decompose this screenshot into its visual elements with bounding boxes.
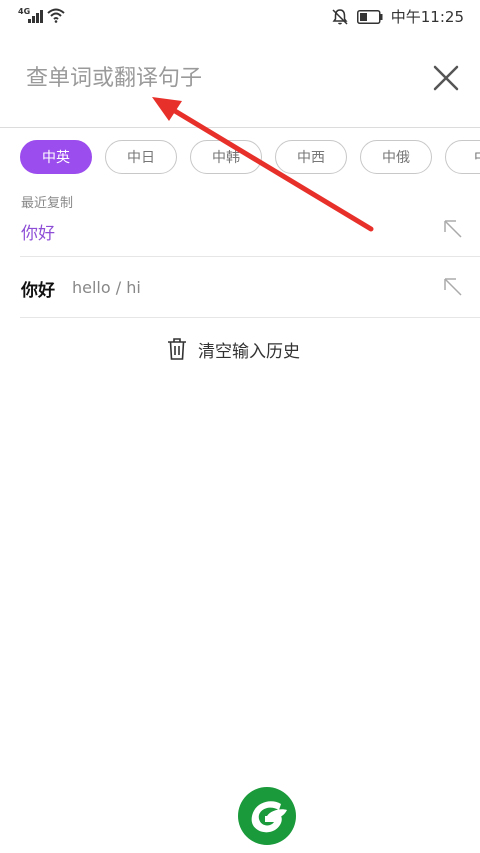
tab-zh-es[interactable]: 中西 (275, 140, 347, 174)
tab-zh-ru[interactable]: 中俄 (360, 140, 432, 174)
search-divider (0, 127, 480, 128)
recent-copy-label: 最近复制 (21, 196, 74, 211)
search-input[interactable] (26, 58, 406, 98)
status-right: 中午11:25 (331, 6, 464, 27)
tab-zh-ko[interactable]: 中韩 (190, 140, 262, 174)
status-bar: 4G 中午11:25 (0, 0, 480, 34)
row-divider (20, 317, 480, 318)
fill-in-arrow-icon[interactable] (442, 276, 464, 298)
history-word: 你好 (21, 281, 55, 301)
search-bar (0, 50, 480, 106)
close-icon[interactable] (430, 62, 462, 94)
tab-zh-more[interactable]: 中 (445, 140, 480, 174)
battery-icon (356, 9, 383, 24)
bell-muted-icon (332, 8, 348, 25)
wifi-icon (47, 8, 65, 23)
recent-copy-text[interactable]: 你好 (21, 219, 55, 244)
history-translation: hello / hi (72, 278, 141, 297)
tab-zh-ja[interactable]: 中日 (105, 140, 177, 174)
tab-zh-en[interactable]: 中英 (20, 140, 92, 174)
clear-history-button[interactable]: 清空输入历史 (166, 336, 300, 362)
app-logo-icon (238, 787, 296, 845)
language-tab-row: 中英 中日 中韩 中西 中俄 中 (20, 140, 480, 174)
clear-history-label: 清空输入历史 (198, 341, 300, 362)
trash-icon (168, 338, 186, 360)
history-row[interactable]: 你好 hello / hi (0, 257, 480, 317)
status-left: 4G (18, 7, 78, 27)
clock: 中午11:25 (390, 8, 464, 26)
fill-in-arrow-icon[interactable] (442, 218, 464, 240)
language-tabs: 中英 中日 中韩 中西 中俄 中 (20, 140, 480, 176)
